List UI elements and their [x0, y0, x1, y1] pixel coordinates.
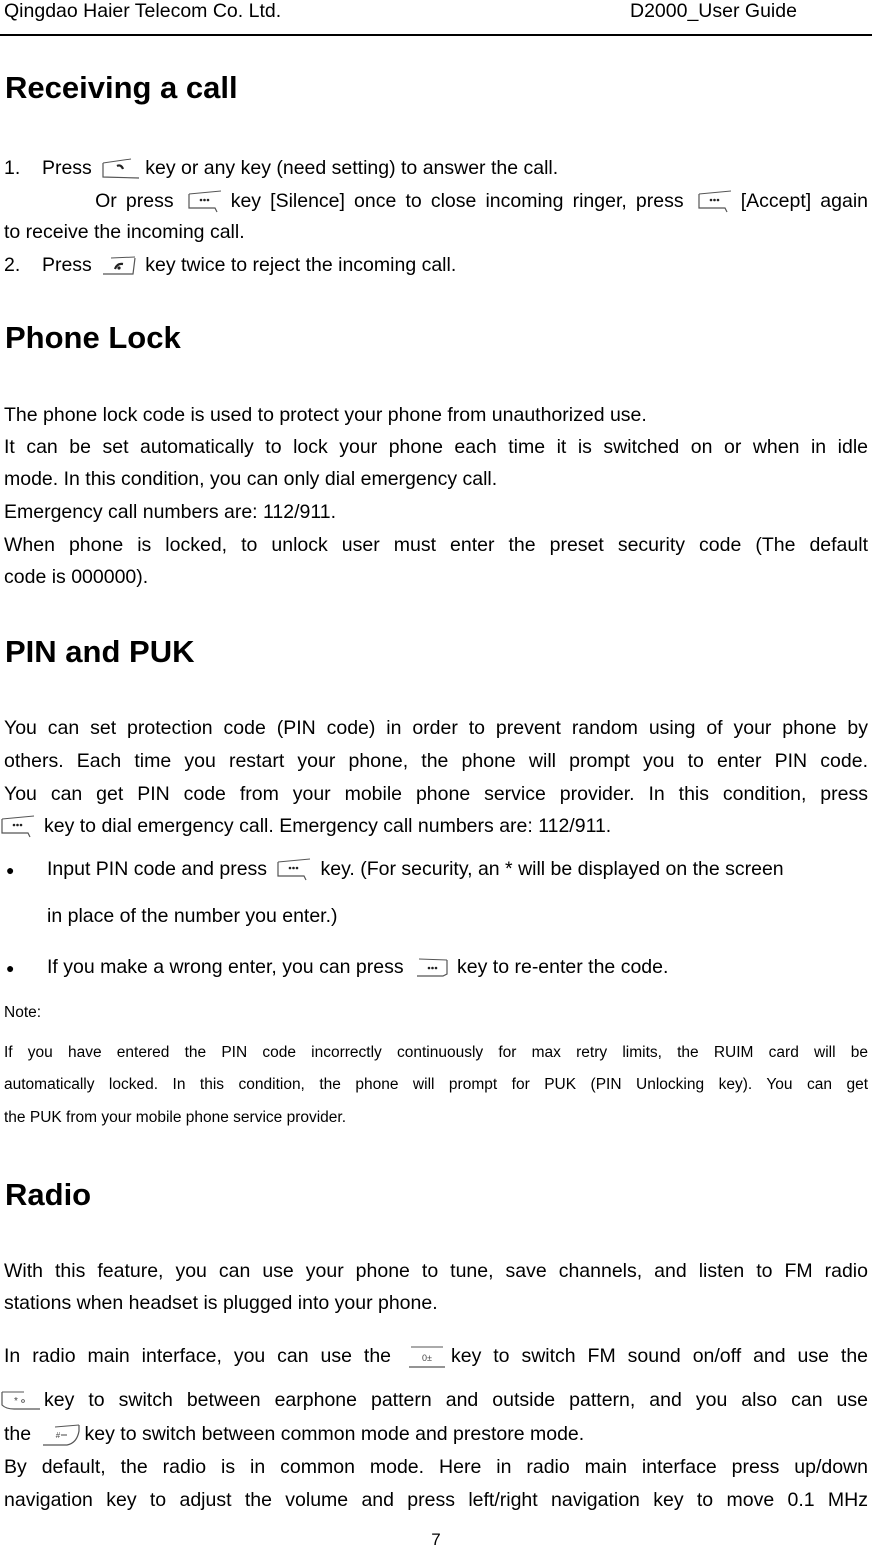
bullet-item-2: If you make a wrong enter, you can press…: [47, 956, 868, 980]
text: key to re-enter the code.: [457, 956, 669, 979]
receiving-step-1: 1. Press key or any key (need setting) t…: [4, 157, 868, 181]
svg-text:0±: 0±: [422, 1353, 432, 1363]
star-key-icon: *: [0, 1389, 40, 1413]
soft-key-icon: [697, 190, 737, 214]
text: Or press: [95, 190, 174, 213]
bullet-item-1: Input PIN code and press key. (For secur…: [47, 858, 868, 882]
heading-radio: Radio: [5, 1177, 92, 1212]
paragraph-line: In radio main interface, you can use the…: [4, 1345, 868, 1369]
svg-text:*: *: [14, 1396, 18, 1407]
heading-pin-puk: PIN and PUK: [5, 634, 195, 669]
heading-receiving-call: Receiving a call: [5, 70, 238, 105]
step-number: 1.: [4, 157, 21, 180]
receiving-step-2: 2. Press key twice to reject the incomin…: [4, 254, 868, 278]
text: key twice to reject the incoming call.: [145, 254, 457, 277]
paragraph-line: Emergency call numbers are: 112/911.: [4, 501, 337, 523]
paragraph-line: mode. In this condition, you can only di…: [4, 468, 498, 490]
paragraph-line: When phone is locked, to unlock user mus…: [4, 534, 868, 556]
bullet-item-1-cont: in place of the number you enter.): [47, 905, 338, 927]
text: key to dial emergency call. Emergency ca…: [44, 815, 612, 838]
paragraph-line: the # key to switch between common mode …: [4, 1423, 868, 1447]
soft-key-icon: [0, 815, 40, 839]
text: key or any key (need setting) to answer …: [145, 157, 559, 180]
text: key to switch between earphone pattern a…: [44, 1389, 868, 1412]
receiving-step-1c: to receive the incoming call.: [4, 221, 245, 243]
heading-phone-lock: Phone Lock: [5, 320, 181, 355]
text: If you make a wrong enter, you can press: [47, 956, 404, 979]
step-number: 2.: [4, 254, 21, 277]
paragraph-line: others. Each time you restart your phone…: [4, 750, 868, 772]
svg-text:#: #: [55, 1431, 60, 1440]
hash-key-icon: #: [41, 1423, 81, 1447]
soft-key-icon: [413, 956, 453, 980]
text: the: [4, 1423, 32, 1446]
paragraph-line: It can be set automatically to lock your…: [4, 436, 868, 458]
paragraph-line: You can get PIN code from your mobile ph…: [4, 783, 868, 805]
paragraph-line: code is 000000).: [4, 566, 149, 588]
page-header: Qingdao Haier Telecom Co. Ltd. D2000_Use…: [0, 0, 872, 36]
text: In radio main interface, you can use the: [4, 1345, 392, 1368]
note-line: automatically locked. In this condition,…: [4, 1076, 868, 1093]
send-key-icon: [101, 157, 141, 181]
page-number: 7: [431, 1530, 441, 1549]
paragraph-line: The phone lock code is used to protect y…: [4, 404, 647, 426]
text: key. (For security, an * will be display…: [320, 858, 784, 881]
text: Input PIN code and press: [47, 858, 268, 881]
soft-key-icon: [276, 858, 316, 882]
company-name: Qingdao Haier Telecom Co. Ltd.: [4, 0, 282, 22]
note-label: Note:: [4, 1004, 42, 1021]
soft-key-icon: [187, 190, 227, 214]
bullet-icon: ●: [6, 862, 15, 878]
text: key to switch FM sound on/off and use th…: [450, 1345, 869, 1368]
text: key [Silence] once to close incoming rin…: [230, 190, 684, 213]
receiving-step-1b: Or press key [Silence] once to close inc…: [4, 190, 868, 214]
paragraph-line: * key to switch between earphone pattern…: [0, 1389, 868, 1413]
end-key-icon: [101, 254, 141, 278]
text: Press: [41, 157, 92, 180]
paragraph-line: key to dial emergency call. Emergency ca…: [0, 815, 864, 839]
text: key to switch between common mode and pr…: [84, 1423, 585, 1446]
paragraph-line: By default, the radio is in common mode.…: [4, 1456, 868, 1478]
document-title: D2000_User Guide: [630, 0, 797, 22]
bullet-icon: ●: [6, 960, 15, 976]
paragraph-line: With this feature, you can use your phon…: [4, 1260, 868, 1282]
note-line: the PUK from your mobile phone service p…: [4, 1109, 347, 1126]
text: Press: [41, 254, 92, 277]
paragraph-line: navigation key to adjust the volume and …: [4, 1489, 868, 1511]
paragraph-line: You can set protection code (PIN code) i…: [4, 717, 868, 739]
zero-key-icon: 0±: [407, 1345, 447, 1369]
note-line: If you have entered the PIN code incorre…: [4, 1044, 868, 1061]
text: [Accept] again: [740, 190, 869, 213]
paragraph-line: stations when headset is plugged into yo…: [4, 1292, 438, 1314]
